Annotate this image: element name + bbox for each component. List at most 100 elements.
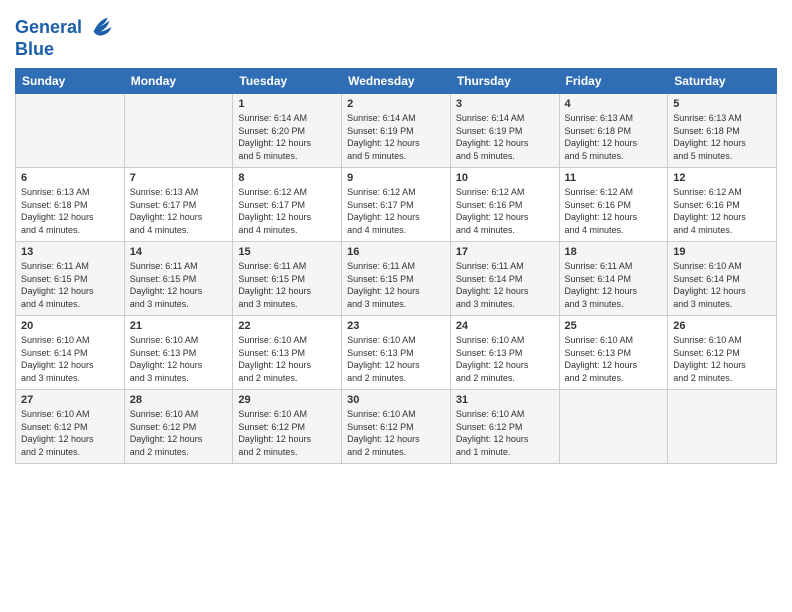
day-info: Sunrise: 6:10 AM Sunset: 6:14 PM Dayligh… — [673, 260, 771, 310]
day-number: 1 — [238, 98, 336, 110]
weekday-header-monday: Monday — [124, 69, 233, 94]
day-info: Sunrise: 6:10 AM Sunset: 6:12 PM Dayligh… — [673, 334, 771, 384]
day-number: 11 — [565, 172, 663, 184]
calendar-cell: 8 Sunrise: 6:12 AM Sunset: 6:17 PM Daylig… — [233, 168, 342, 242]
calendar-cell: 7Sunrise: 6:13 AM Sunset: 6:17 PM Daylig… — [124, 168, 233, 242]
day-info: Sunrise: 6:11 AM Sunset: 6:15 PM Dayligh… — [130, 260, 228, 310]
day-number: 12 — [673, 172, 771, 184]
day-info: Sunrise: 6:13 AM Sunset: 6:17 PM Dayligh… — [130, 186, 228, 236]
calendar-cell — [668, 390, 777, 464]
day-info: Sunrise: 6:14 AM Sunset: 6:19 PM Dayligh… — [456, 112, 554, 162]
day-info: Sunrise: 6:11 AM Sunset: 6:15 PM Dayligh… — [21, 260, 119, 310]
calendar-cell: 1 Sunrise: 6:14 AM Sunset: 6:20 PM Daylig… — [233, 94, 342, 168]
weekday-header-wednesday: Wednesday — [342, 69, 451, 94]
calendar-cell: 6 Sunrise: 6:13 AM Sunset: 6:18 PM Daylig… — [16, 168, 125, 242]
calendar-cell: 28Sunrise: 6:10 AM Sunset: 6:12 PM Dayli… — [124, 390, 233, 464]
day-number: 29 — [238, 394, 336, 406]
weekday-header-thursday: Thursday — [450, 69, 559, 94]
calendar-week-5: 27 Sunrise: 6:10 AM Sunset: 6:12 PM Dayli… — [16, 390, 777, 464]
day-number: 13 — [21, 246, 119, 258]
day-number: 5 — [673, 98, 771, 110]
day-info: Sunrise: 6:10 AM Sunset: 6:12 PM Dayligh… — [21, 408, 119, 458]
logo-blue: Blue — [15, 39, 117, 60]
calendar-cell: 30 Sunrise: 6:10 AM Sunset: 6:12 PM Dayli… — [342, 390, 451, 464]
calendar-week-1: 1 Sunrise: 6:14 AM Sunset: 6:20 PM Daylig… — [16, 94, 777, 168]
day-number: 15 — [238, 246, 336, 258]
logo-text: General — [15, 15, 117, 41]
day-number: 23 — [347, 320, 445, 332]
logo-bird-icon — [89, 13, 117, 41]
day-info: Sunrise: 6:10 AM Sunset: 6:12 PM Dayligh… — [347, 408, 445, 458]
calendar-week-2: 6 Sunrise: 6:13 AM Sunset: 6:18 PM Daylig… — [16, 168, 777, 242]
day-info: Sunrise: 6:10 AM Sunset: 6:13 PM Dayligh… — [130, 334, 228, 384]
day-info: Sunrise: 6:10 AM Sunset: 6:12 PM Dayligh… — [238, 408, 336, 458]
weekday-header-sunday: Sunday — [16, 69, 125, 94]
day-info: Sunrise: 6:13 AM Sunset: 6:18 PM Dayligh… — [21, 186, 119, 236]
calendar-cell: 22Sunrise: 6:10 AM Sunset: 6:13 PM Dayli… — [233, 316, 342, 390]
calendar-cell: 24Sunrise: 6:10 AM Sunset: 6:13 PM Dayli… — [450, 316, 559, 390]
calendar-cell: 2 Sunrise: 6:14 AM Sunset: 6:19 PM Daylig… — [342, 94, 451, 168]
day-info: Sunrise: 6:12 AM Sunset: 6:16 PM Dayligh… — [565, 186, 663, 236]
day-info: Sunrise: 6:10 AM Sunset: 6:12 PM Dayligh… — [456, 408, 554, 458]
day-number: 17 — [456, 246, 554, 258]
day-number: 14 — [130, 246, 228, 258]
day-number: 10 — [456, 172, 554, 184]
weekday-header-tuesday: Tuesday — [233, 69, 342, 94]
day-info: Sunrise: 6:14 AM Sunset: 6:19 PM Dayligh… — [347, 112, 445, 162]
calendar-cell: 20 Sunrise: 6:10 AM Sunset: 6:14 PM Dayli… — [16, 316, 125, 390]
calendar-cell: 29 Sunrise: 6:10 AM Sunset: 6:12 PM Dayli… — [233, 390, 342, 464]
weekday-header-row: SundayMondayTuesdayWednesdayThursdayFrid… — [16, 69, 777, 94]
calendar-cell: 14 Sunrise: 6:11 AM Sunset: 6:15 PM Dayli… — [124, 242, 233, 316]
day-info: Sunrise: 6:13 AM Sunset: 6:18 PM Dayligh… — [565, 112, 663, 162]
day-number: 31 — [456, 394, 554, 406]
day-number: 26 — [673, 320, 771, 332]
day-info: Sunrise: 6:11 AM Sunset: 6:14 PM Dayligh… — [456, 260, 554, 310]
day-number: 6 — [21, 172, 119, 184]
calendar-cell: 16 Sunrise: 6:11 AM Sunset: 6:15 PM Dayli… — [342, 242, 451, 316]
calendar-cell: 10 Sunrise: 6:12 AM Sunset: 6:16 PM Dayli… — [450, 168, 559, 242]
day-info: Sunrise: 6:11 AM Sunset: 6:14 PM Dayligh… — [565, 260, 663, 310]
day-number: 9 — [347, 172, 445, 184]
calendar-cell: 18 Sunrise: 6:11 AM Sunset: 6:14 PM Dayli… — [559, 242, 668, 316]
day-number: 28 — [130, 394, 228, 406]
calendar-table: SundayMondayTuesdayWednesdayThursdayFrid… — [15, 68, 777, 464]
calendar-cell — [16, 94, 125, 168]
day-info: Sunrise: 6:12 AM Sunset: 6:17 PM Dayligh… — [238, 186, 336, 236]
calendar-cell: 3 Sunrise: 6:14 AM Sunset: 6:19 PM Daylig… — [450, 94, 559, 168]
calendar-week-4: 20 Sunrise: 6:10 AM Sunset: 6:14 PM Dayli… — [16, 316, 777, 390]
calendar-cell: 31 Sunrise: 6:10 AM Sunset: 6:12 PM Dayli… — [450, 390, 559, 464]
calendar-cell: 21 Sunrise: 6:10 AM Sunset: 6:13 PM Dayli… — [124, 316, 233, 390]
day-info: Sunrise: 6:14 AM Sunset: 6:20 PM Dayligh… — [238, 112, 336, 162]
page-container: General Blue SundayMondayTuesdayWednesda… — [0, 0, 792, 612]
day-number: 20 — [21, 320, 119, 332]
calendar-week-3: 13 Sunrise: 6:11 AM Sunset: 6:15 PM Dayli… — [16, 242, 777, 316]
day-info: Sunrise: 6:12 AM Sunset: 6:16 PM Dayligh… — [456, 186, 554, 236]
day-info: Sunrise: 6:10 AM Sunset: 6:14 PM Dayligh… — [21, 334, 119, 384]
day-info: Sunrise: 6:10 AM Sunset: 6:13 PM Dayligh… — [565, 334, 663, 384]
calendar-cell — [124, 94, 233, 168]
day-info: Sunrise: 6:10 AM Sunset: 6:13 PM Dayligh… — [238, 334, 336, 384]
day-info: Sunrise: 6:13 AM Sunset: 6:18 PM Dayligh… — [673, 112, 771, 162]
day-number: 4 — [565, 98, 663, 110]
day-number: 21 — [130, 320, 228, 332]
calendar-cell: 25Sunrise: 6:10 AM Sunset: 6:13 PM Dayli… — [559, 316, 668, 390]
day-info: Sunrise: 6:10 AM Sunset: 6:13 PM Dayligh… — [456, 334, 554, 384]
calendar-cell — [559, 390, 668, 464]
calendar-cell: 12 Sunrise: 6:12 AM Sunset: 6:16 PM Dayli… — [668, 168, 777, 242]
day-number: 18 — [565, 246, 663, 258]
day-number: 2 — [347, 98, 445, 110]
day-info: Sunrise: 6:12 AM Sunset: 6:17 PM Dayligh… — [347, 186, 445, 236]
calendar-cell: 17 Sunrise: 6:11 AM Sunset: 6:14 PM Dayli… — [450, 242, 559, 316]
day-number: 27 — [21, 394, 119, 406]
logo-general: General — [15, 17, 82, 37]
day-number: 30 — [347, 394, 445, 406]
day-info: Sunrise: 6:12 AM Sunset: 6:16 PM Dayligh… — [673, 186, 771, 236]
day-number: 19 — [673, 246, 771, 258]
weekday-header-friday: Friday — [559, 69, 668, 94]
day-info: Sunrise: 6:11 AM Sunset: 6:15 PM Dayligh… — [347, 260, 445, 310]
day-number: 3 — [456, 98, 554, 110]
day-number: 16 — [347, 246, 445, 258]
day-info: Sunrise: 6:10 AM Sunset: 6:13 PM Dayligh… — [347, 334, 445, 384]
day-number: 8 — [238, 172, 336, 184]
logo: General Blue — [15, 15, 117, 60]
